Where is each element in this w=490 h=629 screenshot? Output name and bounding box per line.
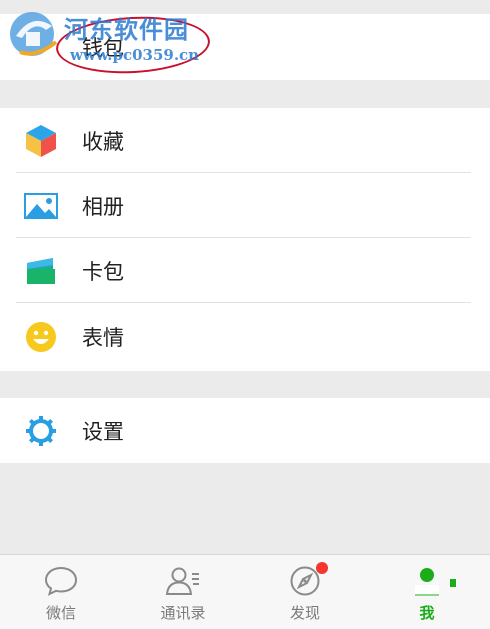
main-menu-group: 收藏 相册 卡包 表情 (0, 108, 490, 371)
tab-label: 通讯录 (160, 604, 206, 622)
top-gap (0, 0, 490, 14)
tab-chats[interactable]: 微信 (0, 555, 122, 629)
menu-item-favorites[interactable]: 收藏 (0, 108, 490, 173)
discover-badge (316, 562, 328, 574)
tab-label: 我 (419, 604, 435, 622)
person-icon (415, 568, 439, 596)
menu-item-label: 收藏 (82, 129, 124, 154)
tab-label: 微信 (45, 604, 76, 622)
menu-item-label: 表情 (82, 326, 124, 350)
tab-contacts[interactable]: 通讯录 (122, 555, 244, 629)
menu-item-label: 卡包 (82, 259, 124, 284)
tab-me[interactable]: 我 (366, 555, 488, 629)
wallet-group: 钱包 (0, 13, 490, 80)
tab-label: 发现 (289, 604, 320, 622)
red-annotation-circle (54, 13, 212, 77)
tab-discover[interactable]: 发现 (244, 555, 366, 629)
menu-item-settings[interactable]: 设置 (0, 398, 490, 463)
chat-bubble-icon (44, 566, 78, 596)
menu-item-label: 相册 (82, 194, 124, 219)
card-wallet-icon (24, 254, 58, 288)
gear-icon (24, 414, 58, 448)
sticker-smiley-icon (24, 320, 58, 354)
menu-item-album[interactable]: 相册 (0, 173, 490, 238)
settings-group: 设置 (0, 398, 490, 463)
favorites-cube-icon (24, 124, 58, 158)
album-picture-icon (24, 189, 58, 223)
contacts-icon (165, 567, 199, 595)
me-icon-accent (450, 579, 456, 587)
menu-item-card-wallet[interactable]: 卡包 (0, 238, 490, 303)
bottom-tab-bar: 微信 通讯录 发现 我 (0, 554, 490, 629)
settings-label: 设置 (82, 419, 124, 444)
menu-item-stickers[interactable]: 表情 (0, 303, 490, 371)
wallet-row[interactable]: 钱包 (0, 13, 490, 80)
